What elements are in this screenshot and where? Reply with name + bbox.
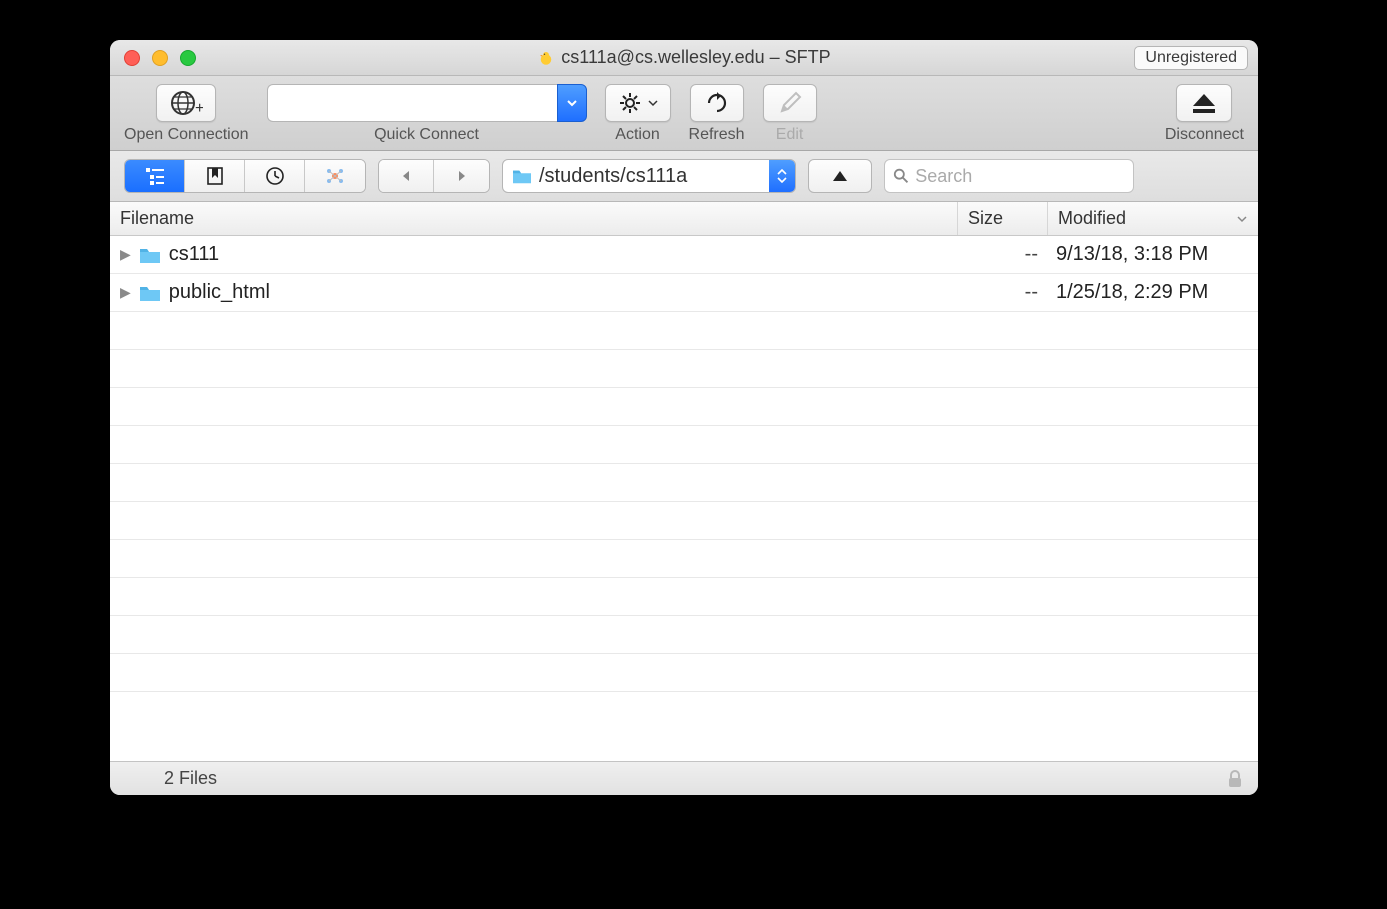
empty-row	[110, 540, 1258, 578]
table-header: Filename Size Modified	[110, 202, 1258, 236]
chevron-down-icon	[648, 98, 658, 108]
view-history-button[interactable]	[245, 160, 305, 192]
lock-icon	[1226, 769, 1244, 789]
titlebar: cs111a@cs.wellesley.edu – SFTP Unregiste…	[110, 40, 1258, 76]
chevron-up-icon	[777, 169, 787, 175]
file-size: --	[958, 281, 1048, 304]
view-bookmarks-button[interactable]	[185, 160, 245, 192]
file-list[interactable]: ▶ cs111 -- 9/13/18, 3:18 PM ▶ public_htm…	[110, 236, 1258, 761]
close-window-button[interactable]	[124, 50, 140, 66]
disconnect-item: Disconnect	[1165, 84, 1244, 144]
search-input[interactable]	[915, 166, 1125, 187]
triangle-up-icon	[832, 169, 848, 183]
edit-button[interactable]	[763, 84, 817, 122]
view-outline-button[interactable]	[125, 160, 185, 192]
folder-icon	[137, 283, 163, 303]
refresh-label: Refresh	[689, 126, 745, 144]
svg-text:+: +	[195, 100, 203, 117]
gear-icon	[618, 90, 644, 116]
empty-row	[110, 388, 1258, 426]
disconnect-button[interactable]	[1176, 84, 1232, 122]
chevron-down-icon	[777, 177, 787, 183]
eject-icon	[1189, 91, 1219, 115]
disclosure-triangle-icon[interactable]: ▶	[120, 284, 131, 301]
window-title: cs111a@cs.wellesley.edu – SFTP	[110, 47, 1258, 68]
window-title-text: cs111a@cs.wellesley.edu – SFTP	[561, 47, 830, 68]
path-text: /students/cs111a	[539, 165, 769, 188]
status-bar: 2 Files	[110, 761, 1258, 795]
empty-row	[110, 464, 1258, 502]
open-connection-button[interactable]: +	[156, 84, 216, 122]
secondary-toolbar: /students/cs111a	[110, 151, 1258, 202]
disconnect-label: Disconnect	[1165, 126, 1244, 144]
quick-connect-combo[interactable]	[267, 84, 587, 122]
path-stepper[interactable]	[769, 160, 795, 192]
empty-row	[110, 578, 1258, 616]
open-connection-label: Open Connection	[124, 126, 249, 144]
empty-row	[110, 616, 1258, 654]
status-text: 2 Files	[124, 768, 217, 789]
outline-view-icon	[144, 166, 166, 186]
folder-icon	[511, 167, 533, 185]
edit-label: Edit	[776, 126, 804, 144]
empty-row	[110, 426, 1258, 464]
open-connection-item: + Open Connection	[124, 84, 249, 144]
empty-row	[110, 654, 1258, 692]
minimize-window-button[interactable]	[152, 50, 168, 66]
main-toolbar: + Open Connection Quick Connect	[110, 76, 1258, 151]
triangle-left-icon	[399, 169, 413, 183]
app-window: cs111a@cs.wellesley.edu – SFTP Unregiste…	[110, 40, 1258, 795]
edit-item: Edit	[763, 84, 817, 144]
column-modified-label: Modified	[1058, 208, 1126, 229]
column-modified[interactable]: Modified	[1048, 202, 1258, 235]
empty-row	[110, 502, 1258, 540]
refresh-item: Refresh	[689, 84, 745, 144]
app-icon	[537, 49, 555, 67]
traffic-lights	[124, 50, 196, 66]
chevron-down-icon	[566, 97, 578, 109]
quick-connect-item: Quick Connect	[267, 84, 587, 144]
action-button[interactable]	[605, 84, 671, 122]
clock-icon	[265, 166, 285, 186]
refresh-button[interactable]	[690, 84, 744, 122]
column-size[interactable]: Size	[958, 202, 1048, 235]
refresh-icon	[703, 89, 731, 117]
bookmark-icon	[206, 166, 224, 186]
zoom-window-button[interactable]	[180, 50, 196, 66]
path-selector[interactable]: /students/cs111a	[502, 159, 796, 193]
view-bonjour-button[interactable]	[305, 160, 365, 192]
search-box[interactable]	[884, 159, 1134, 193]
nav-segment	[378, 159, 490, 193]
view-mode-segment	[124, 159, 366, 193]
nav-back-button[interactable]	[379, 160, 434, 192]
nav-forward-button[interactable]	[434, 160, 489, 192]
quick-connect-dropdown[interactable]	[557, 84, 587, 122]
table-row[interactable]: ▶ cs111 -- 9/13/18, 3:18 PM	[110, 236, 1258, 274]
unregistered-badge[interactable]: Unregistered	[1134, 46, 1248, 70]
pencil-icon	[776, 89, 804, 117]
globe-plus-icon: +	[169, 89, 203, 117]
triangle-right-icon	[455, 169, 469, 183]
file-name: cs111	[169, 243, 219, 266]
disclosure-triangle-icon[interactable]: ▶	[120, 246, 131, 263]
column-filename[interactable]: Filename	[110, 202, 958, 235]
table-row[interactable]: ▶ public_html -- 1/25/18, 2:29 PM	[110, 274, 1258, 312]
folder-icon	[137, 245, 163, 265]
search-icon	[893, 167, 909, 185]
quick-connect-input[interactable]	[267, 84, 557, 122]
empty-row	[110, 312, 1258, 350]
empty-row	[110, 350, 1258, 388]
action-label: Action	[615, 126, 659, 144]
sort-indicator-icon	[1236, 213, 1248, 225]
file-modified: 1/25/18, 2:29 PM	[1048, 281, 1258, 304]
file-name: public_html	[169, 281, 270, 304]
go-up-button[interactable]	[808, 159, 872, 193]
quick-connect-label: Quick Connect	[374, 126, 479, 144]
file-modified: 9/13/18, 3:18 PM	[1048, 243, 1258, 266]
file-size: --	[958, 243, 1048, 266]
action-item: Action	[605, 84, 671, 144]
bonjour-icon	[324, 166, 346, 186]
